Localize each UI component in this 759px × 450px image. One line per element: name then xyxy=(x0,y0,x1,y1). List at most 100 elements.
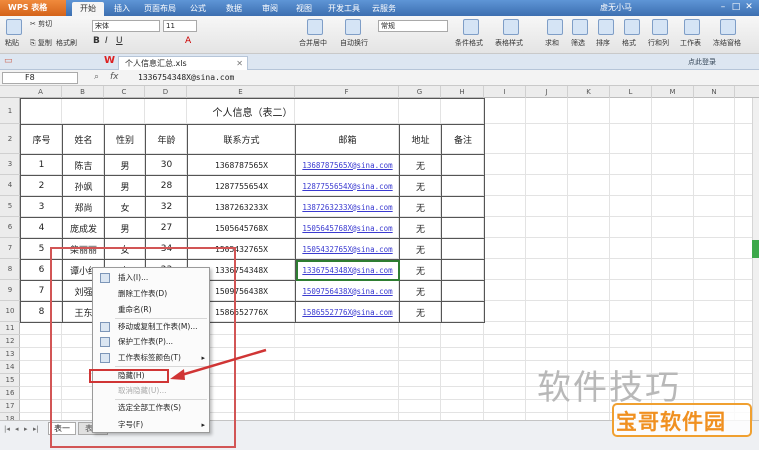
table-cell[interactable] xyxy=(441,238,485,260)
table-header-cell[interactable]: 性别 xyxy=(104,124,146,155)
merge-center-icon[interactable] xyxy=(307,19,323,35)
menu-tab[interactable]: 云服务 xyxy=(368,2,400,16)
table-title[interactable]: 个人信息（表二） xyxy=(20,98,485,125)
sort-button[interactable]: 排序 xyxy=(596,39,610,48)
cut-button[interactable]: ✂ 剪切 xyxy=(30,20,52,29)
table-cell[interactable]: 1505645768X xyxy=(187,217,296,239)
prev-sheet-icon[interactable]: ◂ xyxy=(15,425,19,434)
user-name[interactable]: 虚无小马 xyxy=(600,2,632,14)
row-header[interactable]: 12 xyxy=(0,335,20,348)
underline-button[interactable]: U xyxy=(116,37,123,46)
table-cell[interactable]: 无 xyxy=(399,280,442,302)
table-cell[interactable]: 28 xyxy=(145,175,188,197)
table-cell[interactable] xyxy=(441,301,485,323)
document-tab[interactable]: 个人信息汇总.xls ✕ xyxy=(118,56,248,70)
menu-tab[interactable]: 页面布局 xyxy=(140,2,180,16)
row-header[interactable]: 17 xyxy=(0,400,20,413)
rows-cols-icon[interactable] xyxy=(652,19,668,35)
next-sheet-icon[interactable]: ▸ xyxy=(24,425,28,434)
row-header[interactable]: 2 xyxy=(0,124,20,154)
table-cell[interactable]: 1287755654X xyxy=(187,175,296,197)
table-cell[interactable]: 1387263233X xyxy=(187,196,296,218)
font-color-button[interactable]: A xyxy=(185,37,191,46)
bold-button[interactable]: B xyxy=(93,37,100,46)
row-header[interactable]: 9 xyxy=(0,280,20,301)
table-header-cell[interactable]: 姓名 xyxy=(62,124,105,155)
column-header[interactable]: I xyxy=(484,86,526,98)
conditional-format-icon[interactable] xyxy=(463,19,479,35)
font-name-combo[interactable]: 宋体 xyxy=(92,20,160,32)
table-cell[interactable]: 无 xyxy=(399,175,442,197)
sort-icon[interactable] xyxy=(598,19,614,35)
table-cell[interactable]: 无 xyxy=(399,196,442,218)
first-sheet-icon[interactable]: |◂ xyxy=(4,425,10,434)
row-header[interactable]: 4 xyxy=(0,175,20,196)
copy-button[interactable]: ⎘ 复制 xyxy=(30,39,52,48)
table-cell[interactable] xyxy=(441,217,485,239)
table-cell[interactable]: 女 xyxy=(104,196,146,218)
column-header[interactable]: K xyxy=(568,86,610,98)
close-tab-icon[interactable]: ✕ xyxy=(236,57,243,70)
table-cell[interactable]: 孙飒 xyxy=(62,175,105,197)
table-header-cell[interactable]: 年龄 xyxy=(145,124,188,155)
column-header[interactable]: C xyxy=(104,86,145,98)
row-header[interactable]: 15 xyxy=(0,374,20,387)
sum-icon[interactable] xyxy=(547,19,563,35)
table-cell[interactable]: 陈吉 xyxy=(62,154,105,176)
conditional-format-button[interactable]: 条件格式 xyxy=(455,39,483,48)
menu-tab[interactable]: 数据 xyxy=(220,2,248,16)
table-cell[interactable] xyxy=(441,259,485,281)
table-cell[interactable]: 32 xyxy=(145,196,188,218)
row-header[interactable]: 11 xyxy=(0,322,20,335)
column-header[interactable]: H xyxy=(441,86,484,98)
format-painter-button[interactable]: 格式刷 xyxy=(56,39,77,48)
wrap-text-icon[interactable] xyxy=(345,19,361,35)
table-cell[interactable] xyxy=(441,196,485,218)
filter-button[interactable]: 筛选 xyxy=(571,39,585,48)
table-cell[interactable]: 1586552776X@sina.com xyxy=(295,301,400,323)
table-cell[interactable]: 4 xyxy=(20,217,63,239)
format-icon[interactable] xyxy=(624,19,640,35)
table-header-cell[interactable]: 联系方式 xyxy=(187,124,296,155)
table-cell[interactable]: 1387263233X@sina.com xyxy=(295,196,400,218)
vertical-scrollbar[interactable] xyxy=(752,98,759,420)
column-header[interactable]: A xyxy=(20,86,62,98)
table-cell[interactable]: 男 xyxy=(104,175,146,197)
row-header[interactable]: 6 xyxy=(0,217,20,238)
formula-input[interactable]: 1336754348X@sina.com xyxy=(138,72,234,84)
row-header[interactable]: 1 xyxy=(0,98,20,124)
column-header[interactable]: F xyxy=(295,86,399,98)
table-cell[interactable]: 无 xyxy=(399,259,442,281)
table-cell[interactable] xyxy=(441,280,485,302)
table-cell[interactable]: 1287755654X@sina.com xyxy=(295,175,400,197)
name-box[interactable]: F8 xyxy=(2,72,78,84)
table-cell[interactable]: 1509756438X@sina.com xyxy=(295,280,400,302)
table-cell[interactable]: 1336754348X@sina.com xyxy=(295,259,400,281)
worksheet-button[interactable]: 工作表 xyxy=(680,39,701,48)
row-header[interactable]: 10 xyxy=(0,301,20,322)
side-panel-handle[interactable] xyxy=(752,240,759,258)
table-cell[interactable]: 庞成发 xyxy=(62,217,105,239)
table-cell[interactable]: 3 xyxy=(20,196,63,218)
row-header[interactable]: 7 xyxy=(0,238,20,259)
column-header[interactable]: D xyxy=(145,86,187,98)
table-header-cell[interactable]: 邮箱 xyxy=(295,124,400,155)
merge-center-button[interactable]: 合并居中 xyxy=(299,39,327,48)
table-cell[interactable]: 1368787565X xyxy=(187,154,296,176)
freeze-icon[interactable] xyxy=(720,19,736,35)
table-cell[interactable]: 男 xyxy=(104,154,146,176)
number-format-combo[interactable]: 常规 xyxy=(378,20,448,32)
row-header[interactable]: 13 xyxy=(0,348,20,361)
folder-icon[interactable]: ▭ xyxy=(4,57,13,66)
row-header[interactable]: 16 xyxy=(0,387,20,400)
table-cell[interactable]: 无 xyxy=(399,238,442,260)
row-header[interactable]: 3 xyxy=(0,154,20,175)
minimize-icon[interactable]: – xyxy=(718,2,728,12)
paste-button[interactable]: 粘贴 xyxy=(5,39,19,48)
table-cell[interactable]: 1 xyxy=(20,154,63,176)
table-cell[interactable]: 1368787565X@sina.com xyxy=(295,154,400,176)
table-style-icon[interactable] xyxy=(503,19,519,35)
menu-tab[interactable]: 公式 xyxy=(184,2,212,16)
table-cell[interactable]: 2 xyxy=(20,175,63,197)
wps-app-menu-button[interactable]: WPS 表格 xyxy=(0,0,66,16)
